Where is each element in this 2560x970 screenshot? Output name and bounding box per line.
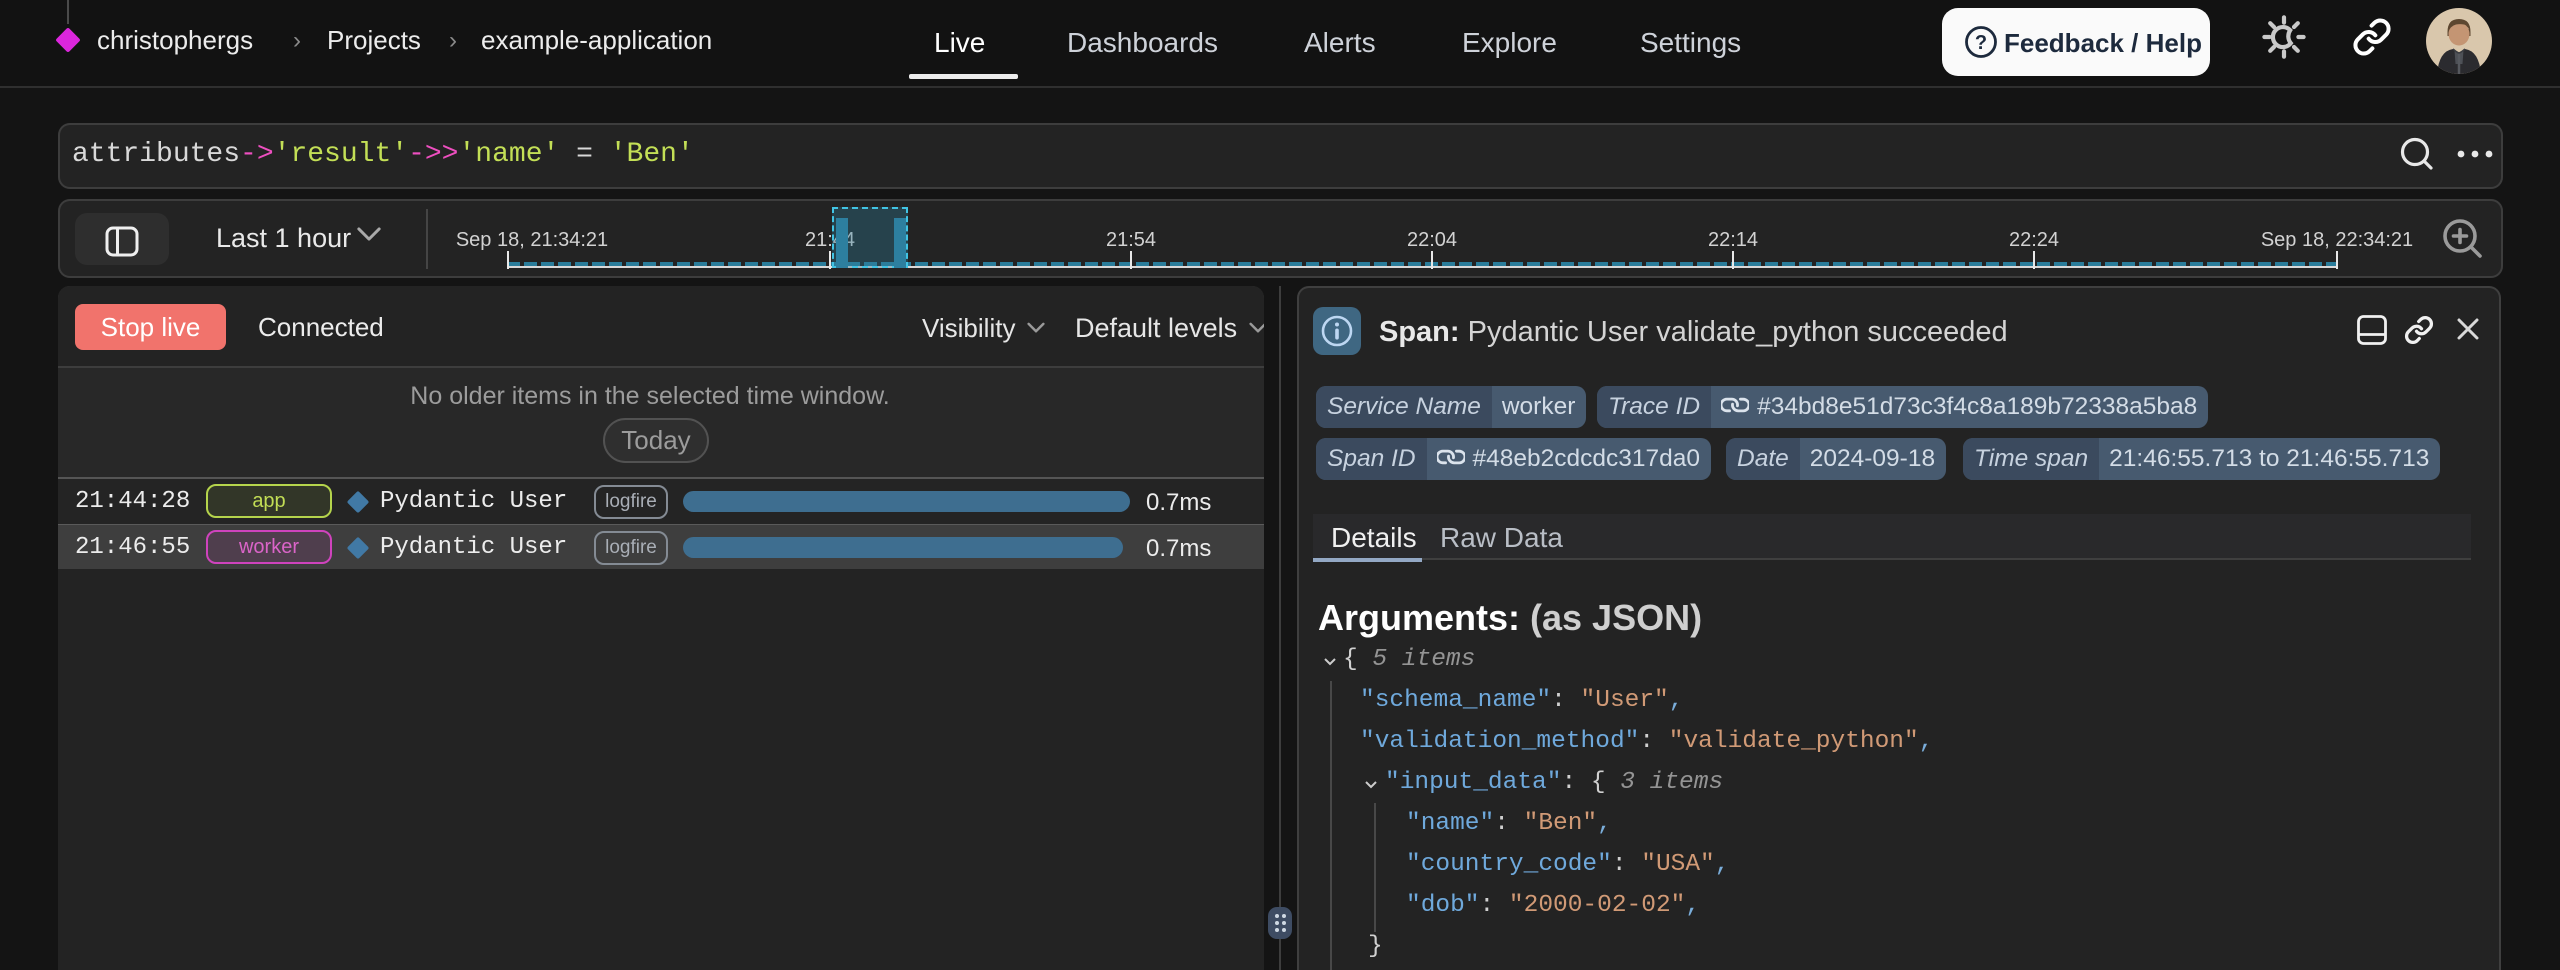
svg-text:?: ? [1975,32,1987,54]
